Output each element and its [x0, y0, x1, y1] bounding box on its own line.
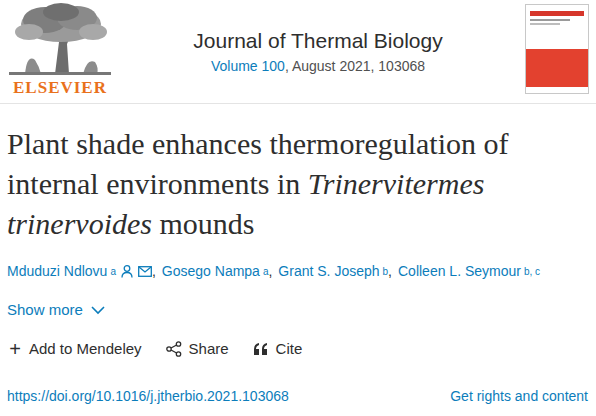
author-separator: ,	[388, 260, 392, 282]
author-name[interactable]: Grant S. Joseph	[278, 260, 379, 282]
author: Mduduzi Ndlovua,	[7, 260, 156, 282]
logo-text[interactable]: ELSEVIER	[13, 78, 107, 98]
author: Colleen L. Seymourb, c	[398, 260, 540, 282]
author-name[interactable]: Colleen L. Seymour	[398, 260, 521, 282]
publisher-logo[interactable]: ELSEVIER	[0, 0, 118, 98]
share-icon	[166, 341, 182, 357]
volume-link[interactable]: Volume 100	[211, 58, 285, 74]
issue-info: Volume 100, August 2021, 103068	[211, 56, 425, 76]
quote-icon	[253, 342, 269, 356]
show-more-button[interactable]: Show more	[7, 299, 105, 321]
author-list: Mduduzi Ndlovua, Gosego Nampaa,Grant S. J…	[0, 260, 596, 282]
journal-header: ELSEVIER Journal of Thermal Biology Volu…	[0, 0, 596, 104]
doi-bar: https://doi.org/10.1016/j.jtherbio.2021.…	[0, 386, 596, 406]
share-button[interactable]: Share	[166, 338, 229, 360]
plus-icon: +	[8, 339, 22, 359]
title-text: mounds	[152, 207, 255, 240]
author-name[interactable]: Mduduzi Ndlovu	[7, 260, 107, 282]
chevron-icon	[91, 305, 105, 315]
doi-link[interactable]: https://doi.org/10.1016/j.jtherbio.2021.…	[7, 386, 289, 406]
mendeley-button[interactable]: +Add to Mendeley	[8, 338, 142, 360]
person-icon[interactable]	[121, 265, 133, 278]
action-bar: +Add to Mendeley Share Cite	[0, 338, 596, 360]
email-icon[interactable]	[138, 266, 152, 277]
author: Gosego Nampaa,	[162, 260, 273, 282]
author-separator: ,	[152, 260, 156, 282]
author-name[interactable]: Gosego Nampa	[162, 260, 260, 282]
rights-link[interactable]: Get rights and content	[450, 386, 588, 406]
author: Grant S. Josephb,	[278, 260, 392, 282]
cite-button[interactable]: Cite	[253, 338, 303, 360]
journal-cover[interactable]	[525, 4, 589, 94]
article-title: Plant shade enhances thermoregulation of…	[0, 104, 590, 244]
tree-icon	[5, 2, 115, 76]
journal-title[interactable]: Journal of Thermal Biology	[193, 28, 442, 54]
author-separator: ,	[268, 260, 272, 282]
issue-date: , August 2021, 103068	[285, 58, 425, 74]
